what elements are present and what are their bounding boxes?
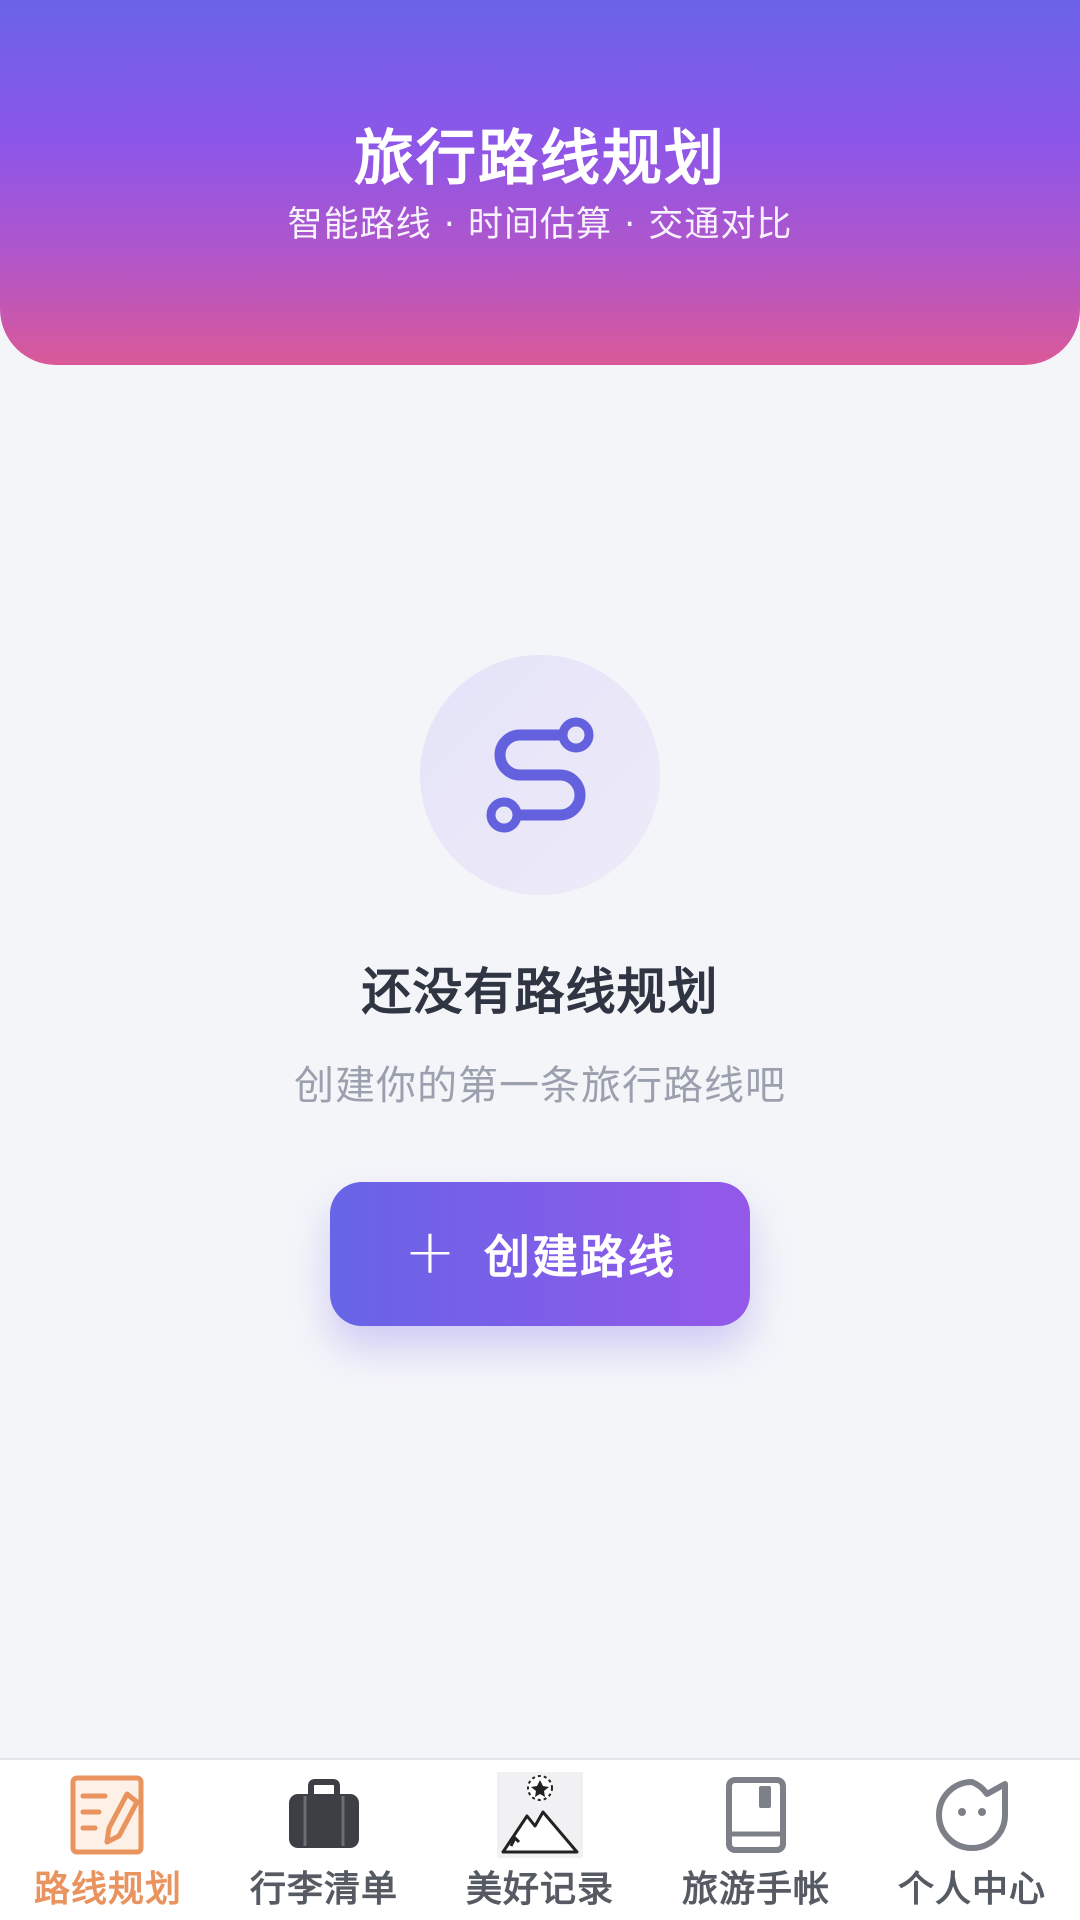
tab-profile[interactable]: 个人中心 — [864, 1760, 1080, 1920]
tab-label: 美好记录 — [465, 1869, 614, 1910]
mountain-star-icon — [497, 1772, 583, 1858]
route-plan-icon — [65, 1772, 151, 1858]
create-route-label: 创建路线 — [483, 1230, 676, 1284]
app-screen: 旅行路线规划 智能路线 · 时间估算 · 交通对比 还没有路线规划 创建你的第一… — [0, 0, 1080, 1920]
tab-route-plan[interactable]: 路线规划 — [0, 1760, 216, 1920]
tab-label: 行李清单 — [249, 1869, 398, 1910]
bottom-tab-bar: 路线规划 行李清单 美好记录 旅游手帐 个人中心 — [0, 1758, 1080, 1920]
route-icon — [486, 717, 594, 833]
empty-state-subtitle: 创建你的第一条旅行路线吧 — [294, 1063, 786, 1109]
luggage-icon — [281, 1772, 367, 1858]
notebook-icon — [713, 1772, 799, 1858]
tab-label: 路线规划 — [33, 1869, 182, 1910]
tab-memories[interactable]: 美好记录 — [432, 1760, 648, 1920]
tab-label: 个人中心 — [897, 1869, 1046, 1910]
tab-label: 旅游手帐 — [681, 1869, 830, 1910]
create-route-button[interactable]: + 创建路线 — [330, 1182, 750, 1326]
tab-travel-journal[interactable]: 旅游手帐 — [648, 1760, 864, 1920]
empty-state-title: 还没有路线规划 — [361, 963, 719, 1021]
header-banner: 旅行路线规划 智能路线 · 时间估算 · 交通对比 — [0, 0, 1080, 365]
profile-icon — [929, 1772, 1015, 1858]
page-subtitle: 智能路线 · 时间估算 · 交通对比 — [287, 205, 793, 245]
page-title: 旅行路线规划 — [354, 124, 726, 194]
plus-icon: + — [404, 1215, 456, 1288]
tab-luggage[interactable]: 行李清单 — [216, 1760, 432, 1920]
empty-state-illustration — [420, 655, 660, 895]
